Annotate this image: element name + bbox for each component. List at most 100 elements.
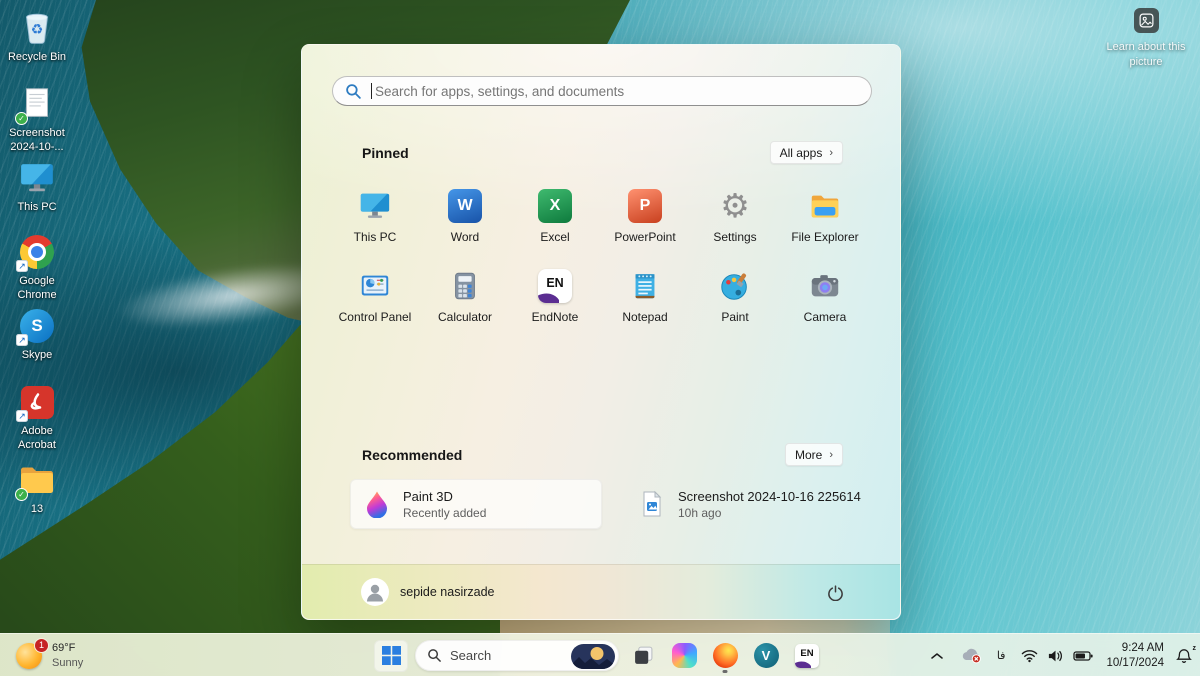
desktop-icon-label: 13 [30, 503, 44, 515]
desktop: Learn about this picture ♻ Recycle Bin ✓… [0, 0, 1200, 676]
recommended-item-screenshot[interactable]: Screenshot 2024-10-16 225614 10h ago [626, 479, 878, 529]
taskbar-center: Search V EN [374, 634, 824, 676]
desktop-icon-this-pc[interactable]: This PC [0, 158, 74, 214]
task-view-icon [634, 646, 652, 664]
start-search-box[interactable] [332, 76, 872, 106]
app-label: Camera [803, 310, 847, 324]
recycle-bin-icon: ♻ [15, 8, 59, 48]
gear-icon: ⚙ [720, 187, 750, 224]
desktop-icon-recycle-bin[interactable]: ♻ Recycle Bin [0, 8, 74, 64]
search-input[interactable] [375, 83, 859, 99]
more-button[interactable]: More › [784, 443, 843, 466]
all-apps-button[interactable]: All apps › [769, 141, 843, 164]
paint3d-icon [367, 491, 387, 518]
tray-date: 10/17/2024 [1106, 656, 1164, 669]
camera-icon [808, 268, 842, 304]
search-icon [346, 83, 361, 99]
app-label: EndNote [531, 310, 579, 324]
chevron-right-icon: › [829, 448, 833, 461]
pinned-app-file-explorer[interactable]: File Explorer [780, 177, 870, 257]
chevron-right-icon: › [829, 146, 833, 159]
app-label: Control Panel [338, 310, 412, 324]
focus-z-glyph: z [1192, 644, 1197, 652]
language-indicator[interactable]: فا [997, 649, 1006, 662]
control-panel-icon [358, 268, 392, 304]
learn-about-label: Learn about this picture [1106, 41, 1186, 68]
start-button[interactable] [374, 639, 408, 672]
pinned-app-notepad[interactable]: Notepad [600, 257, 690, 337]
desktop-icon-skype[interactable]: S ↗ Skype [0, 306, 74, 362]
acrobat-icon: ↗ [15, 382, 59, 422]
avatar [361, 578, 389, 606]
pinned-app-settings[interactable]: ⚙ Settings [690, 177, 780, 257]
power-icon [827, 584, 843, 601]
notepad-icon [628, 268, 662, 304]
power-button[interactable] [820, 577, 850, 607]
pinned-app-control-panel[interactable]: Control Panel [330, 257, 420, 337]
app-label: This PC [353, 230, 397, 244]
learn-about-picture-widget: Learn about this picture [1100, 8, 1192, 70]
wifi-button[interactable] [1021, 649, 1038, 663]
desktop-icon-folder-13[interactable]: ✓ 13 [0, 460, 74, 516]
volume-button[interactable] [1047, 649, 1064, 663]
tray-overflow-button[interactable] [931, 652, 943, 660]
endnote-taskbar-button[interactable]: EN [790, 639, 824, 673]
speaker-icon [1049, 650, 1063, 661]
pinned-app-powerpoint[interactable]: P PowerPoint [600, 177, 690, 257]
taskbar: 1 69°F Sunny Search V EN فا 9:24 AM 10/1… [0, 633, 1200, 676]
desktop-icon-label: Recycle Bin [7, 51, 67, 63]
desktop-icon-label: This PC [17, 201, 57, 213]
pinned-app-this-pc[interactable]: This PC [330, 177, 420, 257]
battery-button[interactable] [1073, 650, 1094, 662]
pinned-app-calculator[interactable]: Calculator [420, 257, 510, 337]
chevron-up-icon [931, 652, 943, 659]
task-view-button[interactable] [626, 639, 660, 673]
onedrive-status-button[interactable] [960, 647, 982, 664]
pinned-app-grid: This PC W Word X Excel P PowerPoint ⚙ Se… [330, 177, 874, 337]
more-label: More [794, 447, 823, 462]
app-label: Settings [713, 230, 757, 244]
calculator-icon [448, 268, 482, 304]
desktop-icon-adobe-acrobat[interactable]: ↗ Adobe Acrobat [0, 382, 74, 453]
pinned-app-paint[interactable]: Paint [690, 257, 780, 337]
wifi-icon [1022, 649, 1038, 662]
word-icon: W [448, 188, 482, 224]
desktop-icon-screenshot[interactable]: ✓ Screenshot 2024-10-... [0, 84, 74, 155]
file-explorer-icon [808, 188, 842, 224]
user-profile-button[interactable]: sepide nasirzade [361, 578, 495, 606]
text-caret [371, 83, 372, 99]
clock[interactable]: 9:24 AM 10/17/2024 [1106, 641, 1164, 671]
endnote-icon: EN [795, 643, 819, 668]
windows-logo-icon [381, 646, 401, 665]
v-app-button[interactable]: V [749, 639, 783, 673]
recommended-item-paint3d[interactable]: Paint 3D Recently added [350, 479, 602, 529]
recommended-subtitle: Recently added [403, 505, 487, 520]
powerpoint-icon: P [628, 188, 662, 224]
skype-icon: S ↗ [15, 306, 59, 346]
pinned-app-word[interactable]: W Word [420, 177, 510, 257]
pinned-app-camera[interactable]: Camera [780, 257, 870, 337]
folder-icon: ✓ [15, 460, 59, 501]
taskbar-search-label: Search [450, 648, 492, 663]
notification-count-badge: 1 [34, 637, 49, 653]
shortcut-arrow-badge: ↗ [16, 410, 28, 422]
notification-center-button[interactable]: z [1176, 645, 1196, 664]
desktop-icon-label: Adobe Acrobat [18, 425, 56, 452]
shortcut-arrow-badge: ↗ [16, 260, 28, 272]
desktop-icon-google-chrome[interactable]: ↗ Google Chrome [0, 232, 74, 303]
taskbar-search-box[interactable]: Search [415, 640, 619, 671]
bing-daily-image[interactable] [571, 643, 615, 669]
pinned-app-endnote[interactable]: EN EndNote [510, 257, 600, 337]
pinned-app-excel[interactable]: X Excel [510, 177, 600, 257]
weather-widget[interactable]: 1 69°F Sunny [10, 634, 89, 676]
firefox-button[interactable] [708, 639, 742, 673]
shortcut-arrow-badge: ↗ [16, 334, 28, 346]
picture-info-icon[interactable] [1133, 8, 1159, 33]
desktop-icon-label: Google Chrome [17, 275, 57, 302]
bell-icon [1176, 648, 1192, 663]
sync-check-badge: ✓ [15, 112, 28, 125]
system-tray: فا 9:24 AM 10/17/2024 z [931, 634, 1196, 676]
chrome-icon: ↗ [15, 232, 59, 272]
app-label: Word [450, 230, 480, 244]
copilot-button[interactable] [667, 639, 701, 673]
